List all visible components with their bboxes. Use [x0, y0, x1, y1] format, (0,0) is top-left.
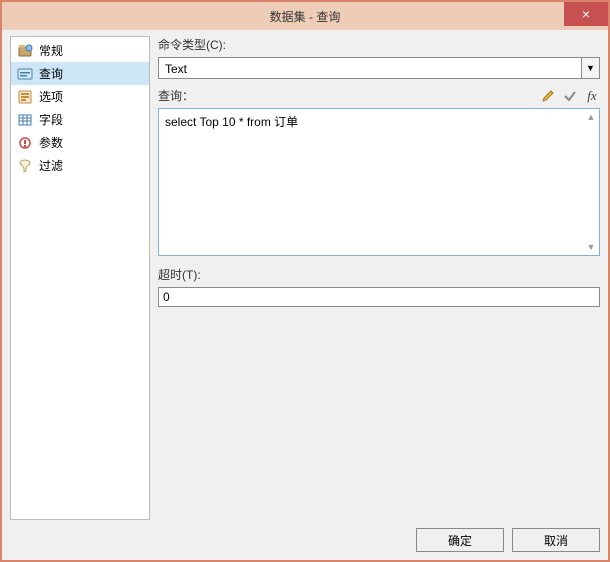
general-icon [17, 43, 33, 59]
fx-icon[interactable]: fx [584, 88, 600, 104]
command-type-label: 命令类型(C): [158, 36, 600, 53]
timeout-label: 超时(T): [158, 266, 600, 283]
filter-icon [17, 158, 33, 174]
query-header: 查询： fx [158, 87, 600, 104]
query-toolbar: fx [540, 88, 600, 104]
query-textarea[interactable] [159, 109, 599, 255]
combo-dropdown-button[interactable]: ▼ [581, 58, 599, 78]
sidebar-item-label: 参数 [39, 134, 63, 151]
close-button[interactable]: × [564, 2, 608, 26]
content-panel: 命令类型(C): Text ▼ 查询： [158, 36, 600, 520]
query-textarea-container: ▲ ▼ [158, 108, 600, 256]
cancel-button[interactable]: 取消 [512, 528, 600, 552]
sidebar: 常规 查询 选项 字段 [10, 36, 150, 520]
command-type-value: Text [159, 58, 581, 78]
sidebar-item-label: 查询 [39, 65, 63, 82]
check-icon[interactable] [562, 88, 578, 104]
scroll-down-icon[interactable]: ▼ [585, 241, 597, 253]
sidebar-item-query[interactable]: 查询 [11, 62, 149, 85]
main-area: 常规 查询 选项 字段 [10, 36, 600, 520]
dialog-window: 数据集 - 查询 × 常规 查询 [0, 0, 610, 562]
options-icon [17, 89, 33, 105]
command-type-combo[interactable]: Text ▼ [158, 57, 600, 79]
close-icon: × [582, 6, 590, 22]
ok-label: 确定 [448, 532, 472, 549]
query-label: 查询： [158, 87, 540, 104]
ok-button[interactable]: 确定 [416, 528, 504, 552]
title-bar: 数据集 - 查询 × [2, 2, 608, 30]
dialog-footer: 确定 取消 [10, 520, 600, 552]
timeout-input[interactable] [158, 287, 600, 307]
sidebar-item-filter[interactable]: 过滤 [11, 154, 149, 177]
window-title: 数据集 - 查询 [2, 8, 608, 25]
edit-icon[interactable] [540, 88, 556, 104]
sidebar-item-parameters[interactable]: 参数 [11, 131, 149, 154]
fields-icon [17, 112, 33, 128]
sidebar-item-general[interactable]: 常规 [11, 39, 149, 62]
sidebar-item-label: 字段 [39, 111, 63, 128]
cancel-label: 取消 [544, 532, 568, 549]
parameters-icon [17, 135, 33, 151]
scroll-up-icon[interactable]: ▲ [585, 111, 597, 123]
sidebar-item-options[interactable]: 选项 [11, 85, 149, 108]
dialog-body: 常规 查询 选项 字段 [2, 30, 608, 560]
query-icon [17, 66, 33, 82]
sidebar-item-label: 常规 [39, 42, 63, 59]
chevron-down-icon: ▼ [586, 63, 595, 73]
sidebar-item-label: 过滤 [39, 157, 63, 174]
sidebar-item-fields[interactable]: 字段 [11, 108, 149, 131]
sidebar-item-label: 选项 [39, 88, 63, 105]
